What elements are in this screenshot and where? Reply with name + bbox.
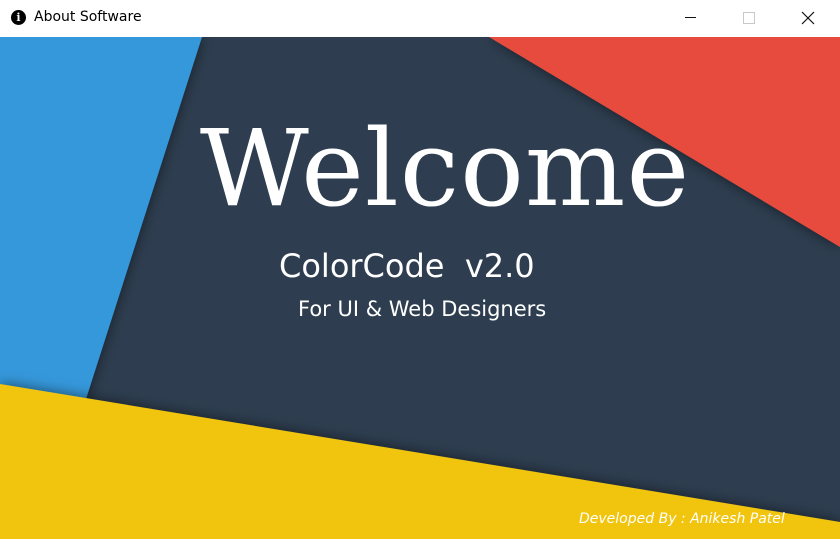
minimize-button[interactable] [667,0,713,36]
close-button[interactable] [785,0,831,36]
splash-panel: Welcome ColorCode v2.0 For UI & Web Desi… [0,37,840,539]
developer-credit: Developed By : Anikesh Patel [579,511,785,527]
info-icon: i [11,10,26,25]
product-name: ColorCode v2.0 [279,247,535,285]
product-tagline: For UI & Web Designers [298,297,547,321]
window-title: About Software [34,9,142,25]
welcome-heading: Welcome [199,107,691,230]
close-icon [801,11,815,25]
about-window: i About Software Welcome ColorCode v2.0 … [0,0,840,539]
maximize-icon [743,12,755,24]
minimize-icon [685,17,696,18]
title-bar[interactable]: i About Software [0,0,840,37]
maximize-button[interactable] [726,0,772,36]
